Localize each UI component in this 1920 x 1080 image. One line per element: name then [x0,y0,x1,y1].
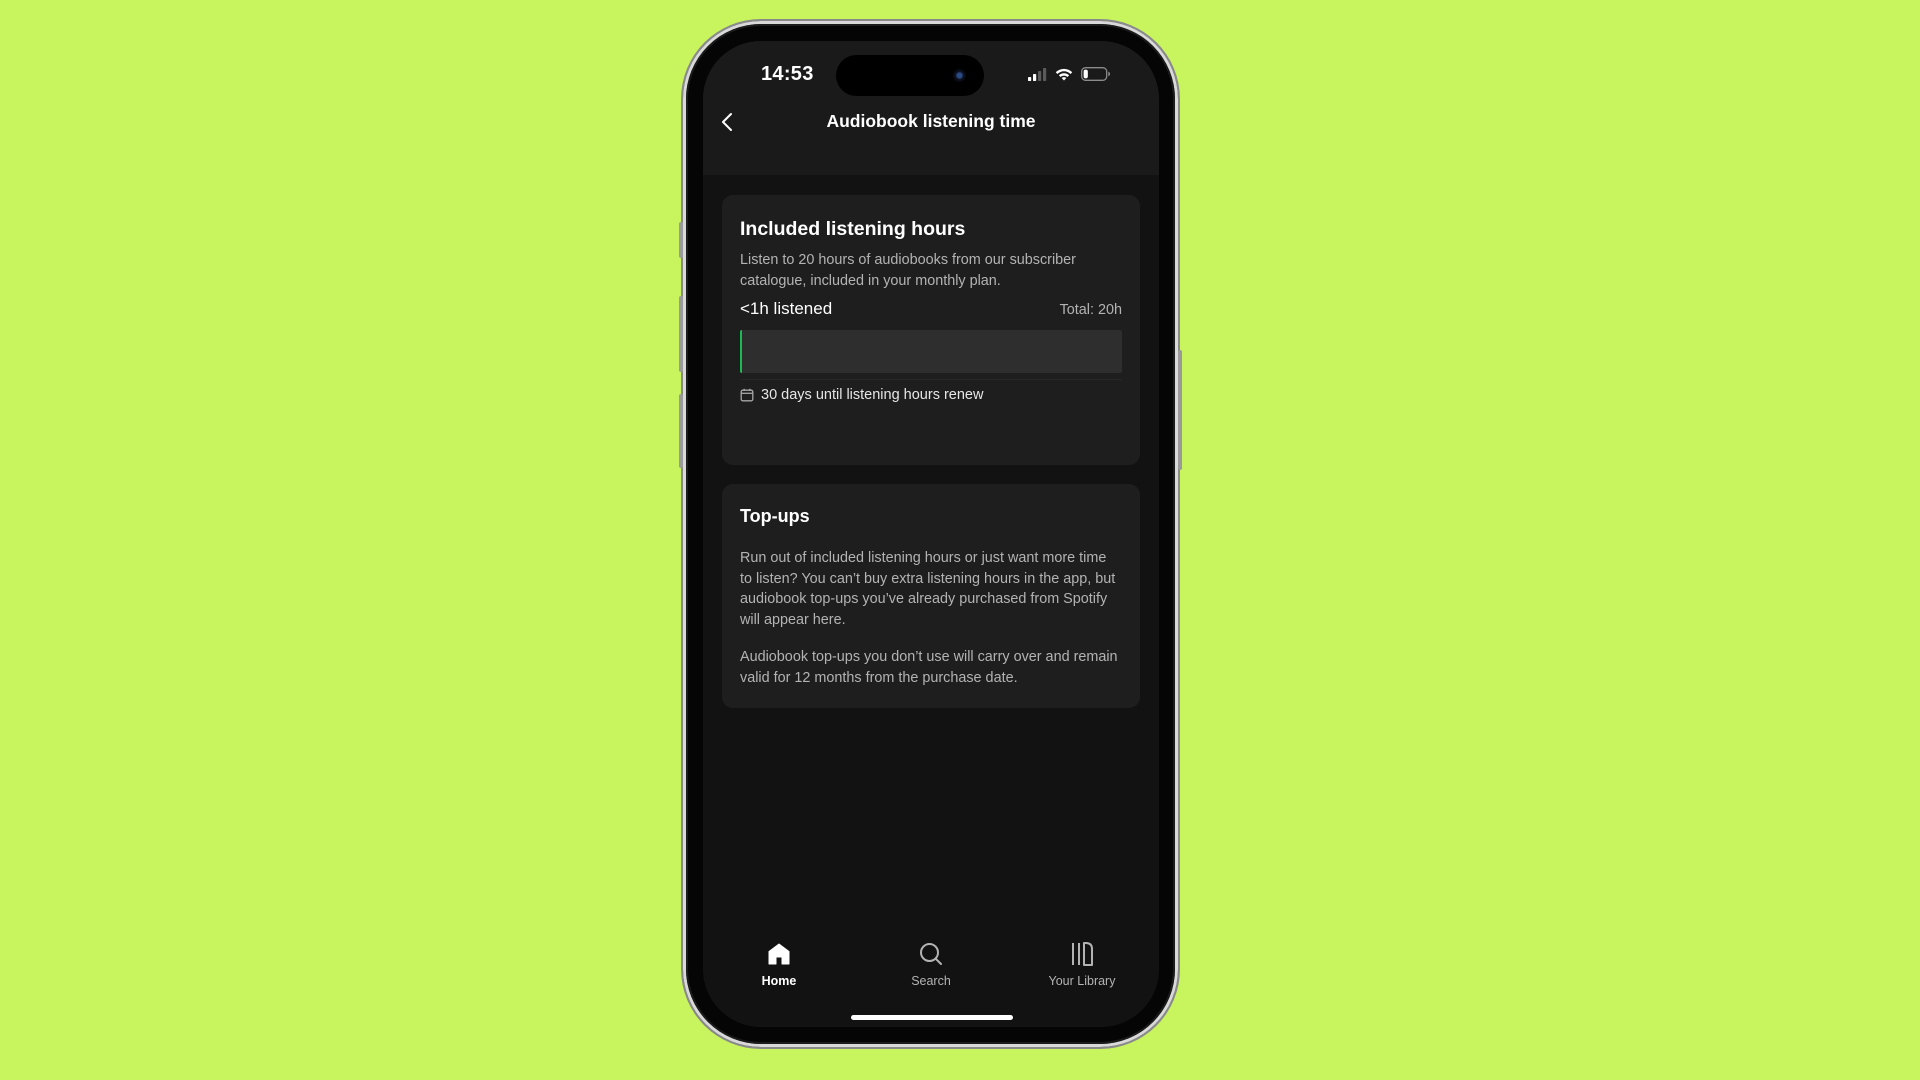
wifi-icon [1055,68,1073,80]
power-button [1178,350,1182,470]
battery-icon [1081,67,1110,81]
renew-text: 30 days until listening hours renew [761,387,984,403]
listening-progress-fill [740,330,743,373]
bottom-nav: Home Search Your Library [703,921,1159,1027]
page-title: Audiobook listening time [826,111,1036,131]
home-icon [768,943,790,965]
nav-label-home: Home [761,974,797,988]
nav-item-search[interactable]: Search [871,939,991,988]
nav-item-library[interactable]: Your Library [1022,939,1142,988]
volume-up-button [679,296,683,372]
mute-switch [679,222,683,258]
listening-progress-bar [740,330,1122,373]
signal-bar [1038,70,1042,81]
signal-bar [1033,73,1037,81]
library-icon [1072,942,1093,966]
topups-description: Run out of included listening hours or j… [740,550,1116,628]
phone-screen: 14:53 Audiobook listening time Included … [703,41,1159,1027]
included-hours-card: Included listening hours Listen to 20 ho… [722,195,1140,465]
renew-info: 30 days until listening hours renew [740,387,983,403]
listened-amount: <1h listened [740,299,833,318]
phone-frame: 14:53 Audiobook listening time Included … [683,21,1178,1047]
signal-bar [1043,67,1047,81]
nav-item-home[interactable]: Home [719,939,839,988]
total-hours: Total: 20h [1059,302,1122,318]
home-indicator[interactable] [851,1015,1013,1020]
status-icons [1028,67,1111,81]
top-header: 14:53 Audiobook listening time [703,41,1159,175]
divider [740,379,1122,380]
topups-carryover-note: Audiobook top-ups you don’t use will car… [740,649,1118,686]
included-hours-title: Included listening hours [740,218,966,240]
nav-label-search: Search [911,974,951,988]
signal-icon [1028,67,1047,81]
topups-title: Top-ups [740,506,810,526]
camera-icon [953,69,966,82]
included-hours-description: Listen to 20 hours of audiobooks from ou… [740,252,1076,289]
listened-row: <1h listened Total: 20h [740,299,1122,319]
search-icon [920,943,942,965]
status-time: 14:53 [761,63,814,85]
calendar-icon [740,388,754,402]
volume-down-button [679,394,683,468]
nav-label-library: Your Library [1048,974,1116,988]
topups-card: Top-ups Run out of included listening ho… [722,484,1140,708]
signal-bar [1028,76,1032,81]
dynamic-island [836,55,984,96]
